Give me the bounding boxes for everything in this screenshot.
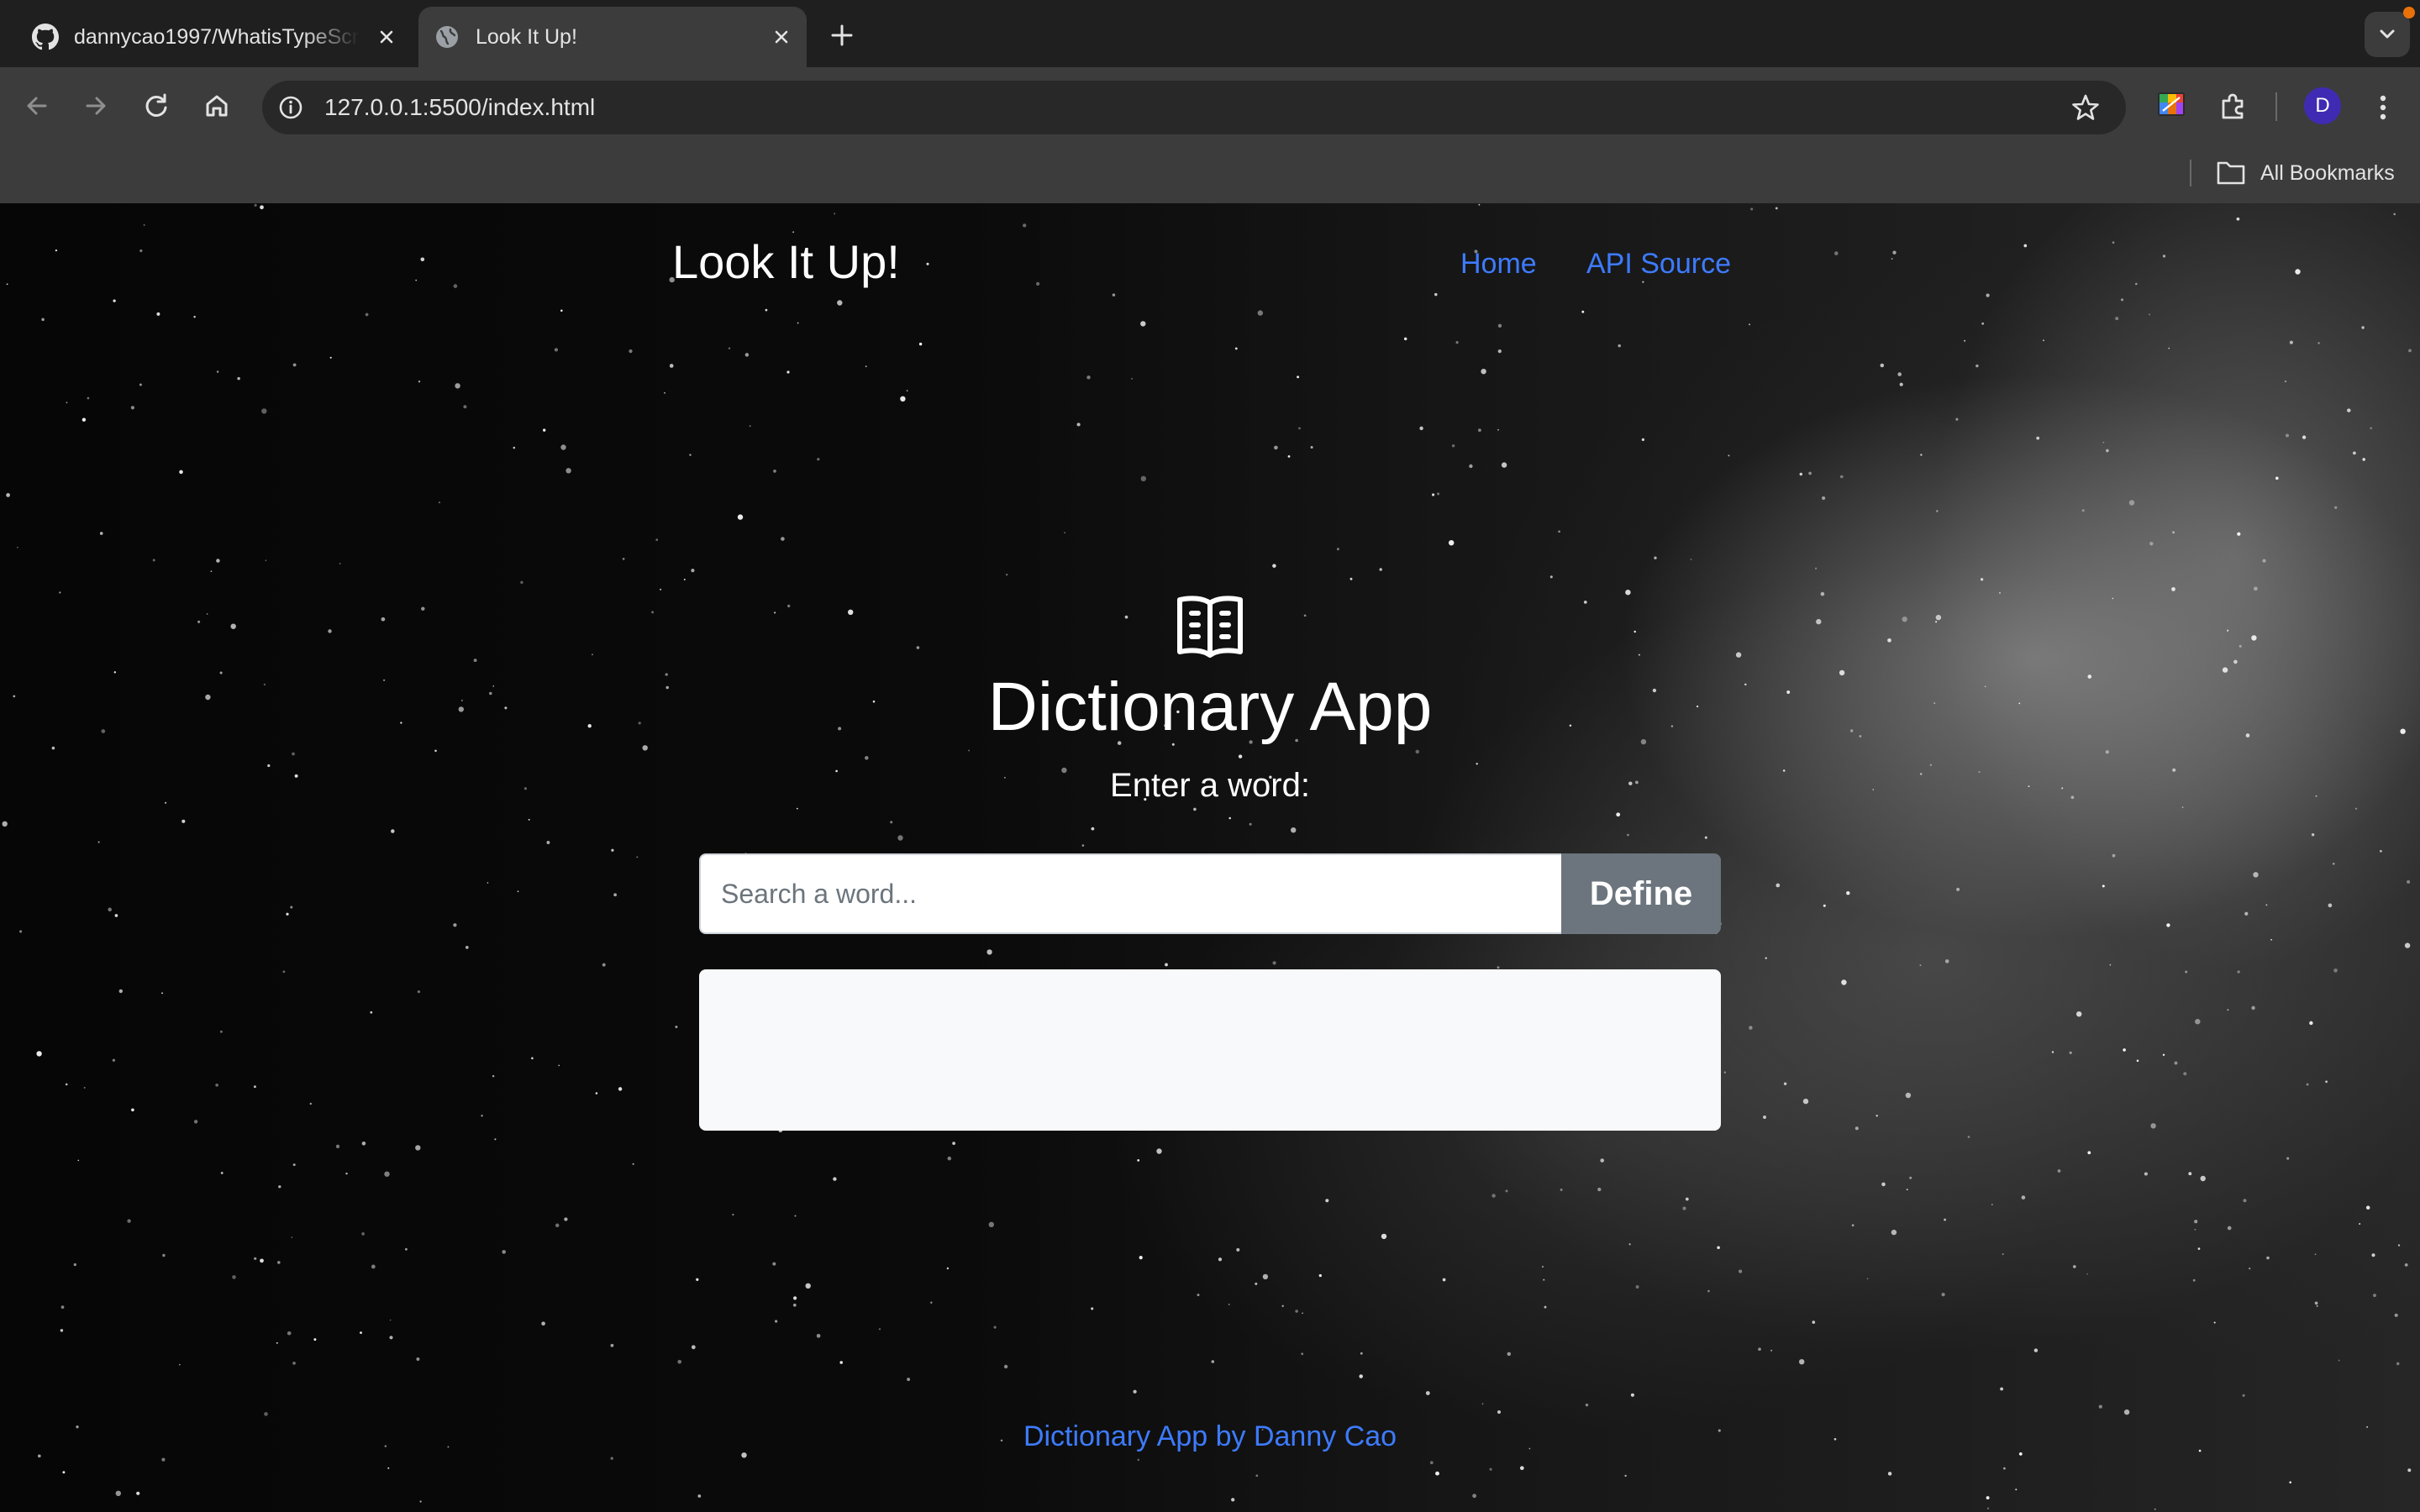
folder-icon[interactable] [2215,158,2247,186]
arrow-right-icon[interactable] [72,82,119,129]
arrow-left-icon[interactable] [13,82,60,129]
globe-icon [436,26,458,48]
star-icon[interactable] [2065,87,2106,128]
nav-home-link[interactable]: Home [1460,245,1537,282]
tab-title: Look It Up! [476,25,577,49]
tab-title: dannycao1997/WhatisTypeScript [74,25,360,49]
tab-search-button[interactable] [2365,12,2410,57]
open-book-icon [1177,596,1243,658]
more-vert-icon[interactable] [2360,84,2407,131]
reload-icon[interactable] [133,82,180,129]
tab-look-it-up[interactable]: Look It Up! [418,7,807,67]
notification-dot [2403,7,2415,18]
home-icon[interactable] [193,82,240,129]
page-title: Dictionary App [987,669,1433,745]
toolbar-divider [2275,92,2277,121]
bookmarks-divider [2190,160,2191,186]
all-bookmarks-label[interactable]: All Bookmarks [2260,156,2395,190]
close-icon[interactable] [766,22,797,52]
close-icon[interactable] [371,22,402,52]
chevron-down-icon [2380,29,2395,39]
page-viewport: Look It Up! Home API Source Dictionary A… [0,203,2420,1512]
nav-api-source-link[interactable]: API Source [1586,245,1731,282]
definition-result-box [699,969,1721,1131]
plus-icon[interactable] [823,17,860,54]
define-button[interactable]: Define [1561,853,1721,934]
github-icon [32,24,59,50]
tab-github[interactable]: dannycao1997/WhatisTypeScript [17,7,412,67]
search-input[interactable] [699,853,1561,934]
avatar[interactable]: D [2304,87,2341,124]
search-prompt-label: Enter a word: [1110,767,1310,804]
site-brand[interactable]: Look It Up! [672,234,900,291]
info-icon[interactable] [272,89,309,126]
extension-icon[interactable] [2154,87,2188,121]
url-text[interactable]: 127.0.0.1:5500/index.html [324,89,595,126]
footer-credit-link[interactable]: Dictionary App by Danny Cao [0,1418,2420,1455]
puzzle-icon[interactable] [2210,84,2257,131]
